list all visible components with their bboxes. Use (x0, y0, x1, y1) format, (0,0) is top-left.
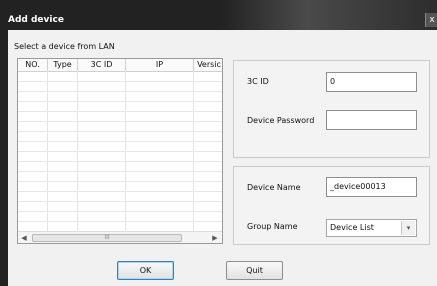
row-divider (18, 191, 222, 192)
id-field[interactable]: 0 (326, 72, 417, 92)
column-header-3c-id[interactable]: 3C ID (78, 59, 126, 71)
chevron-down-icon[interactable]: ▾ (401, 221, 415, 235)
password-label: Device Password (247, 116, 315, 125)
scroll-left-icon[interactable]: ◀ (18, 232, 30, 243)
lan-device-list[interactable]: NO. Type 3C ID IP Versic ◀ III ▶ (17, 58, 223, 244)
row-divider (18, 161, 222, 162)
column-header-no[interactable]: NO. (18, 59, 48, 71)
row-divider (18, 111, 222, 112)
scroll-grip-icon: III (104, 234, 110, 241)
lan-section-label: Select a device from LAN (14, 42, 115, 51)
row-divider (18, 131, 222, 132)
title-bar[interactable]: Add device x (0, 0, 437, 30)
horizontal-scrollbar[interactable]: ◀ III ▶ (18, 231, 222, 243)
scroll-right-icon[interactable]: ▶ (209, 232, 221, 243)
row-divider (18, 201, 222, 202)
row-divider (18, 91, 222, 92)
password-field[interactable] (326, 110, 417, 130)
row-divider (18, 121, 222, 122)
id-label: 3C ID (247, 77, 269, 86)
dialog-title: Add device (8, 15, 64, 25)
group-name-label: Group Name (247, 222, 298, 231)
row-divider (18, 81, 222, 82)
column-header-type[interactable]: Type (48, 59, 78, 71)
column-header-ip[interactable]: IP (126, 59, 194, 71)
title-bar-gradient (220, 0, 437, 30)
column-header-version[interactable]: Versic (194, 59, 222, 71)
scroll-thumb[interactable]: III (32, 234, 182, 242)
row-divider (18, 101, 222, 102)
device-name-field[interactable]: _device00013 (326, 177, 417, 197)
window-frame (0, 30, 8, 286)
row-divider (18, 171, 222, 172)
close-button[interactable]: x (425, 13, 437, 27)
ok-button[interactable]: OK (117, 261, 174, 280)
quit-button[interactable]: Quit (226, 261, 283, 280)
row-divider (18, 211, 222, 212)
device-name-label: Device Name (247, 183, 301, 192)
row-divider (18, 141, 222, 142)
group-name-select[interactable]: Device List ▾ (326, 219, 417, 237)
row-divider (18, 221, 222, 222)
group-name-value: Device List (330, 223, 374, 232)
row-divider (18, 151, 222, 152)
close-icon: x (429, 15, 435, 25)
row-divider (18, 181, 222, 182)
